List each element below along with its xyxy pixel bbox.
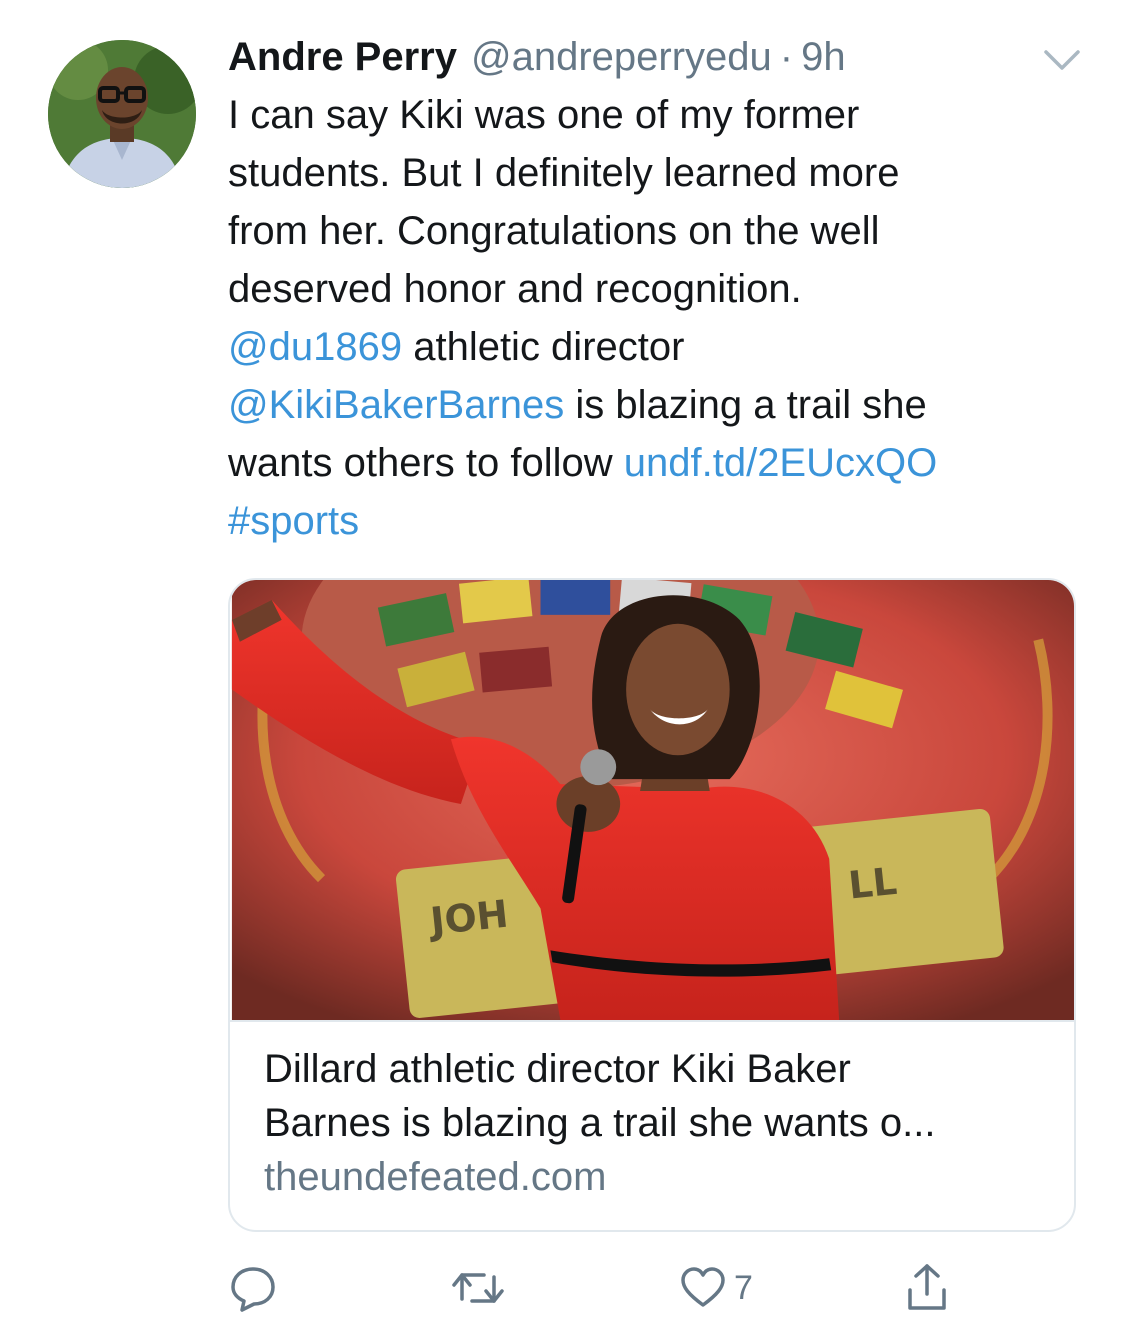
retweet-button[interactable] <box>450 1258 506 1318</box>
tweet-text: I can say Kiki was one of my former stud… <box>228 86 1088 550</box>
card-image-text-left: JOH <box>425 892 510 944</box>
card-image: JOH LL <box>230 580 1074 1022</box>
reply-button[interactable] <box>228 1258 278 1318</box>
url-link[interactable]: undf.td/2EUcxQO <box>624 441 937 485</box>
card-title: Dillard athletic director Kiki Baker Bar… <box>264 1042 1040 1150</box>
link-preview-card[interactable]: JOH LL Dillard athletic director Kiki Ba… <box>228 578 1076 1232</box>
tweet-text-fragment: is blazing a trail she <box>564 383 927 427</box>
mention-link-kikibakerbarnes[interactable]: @KikiBakerBarnes <box>228 383 564 427</box>
tweet-text-line: deserved honor and recognition. <box>228 267 802 311</box>
tweet-text-line: @du1869 athletic director <box>228 318 1088 376</box>
tweet[interactable]: Andre Perry @andreperryedu · 9h I can sa… <box>0 0 1125 1331</box>
retweet-icon <box>452 1273 504 1303</box>
author-avatar[interactable] <box>48 40 196 188</box>
chevron-down-icon <box>1044 50 1080 70</box>
tweet-text-line: @KikiBakerBarnes is blazing a trail she <box>228 376 1088 434</box>
tweet-text-line: #sports <box>228 492 1088 550</box>
tweet-text-line: from her. Congratulations on the well <box>228 209 880 253</box>
share-icon <box>908 1264 946 1310</box>
heart-icon <box>681 1267 725 1307</box>
like-button[interactable]: 7 <box>680 1258 753 1318</box>
tweet-menu-button[interactable] <box>1040 44 1084 74</box>
card-title-line: Barnes is blazing a trail she wants o... <box>264 1101 936 1145</box>
tweet-timestamp[interactable]: 9h <box>801 28 846 86</box>
tweet-text-fragment: athletic director <box>402 325 685 369</box>
card-domain: theundefeated.com <box>264 1155 607 1199</box>
author-name[interactable]: Andre Perry <box>228 28 457 86</box>
tweet-text-fragment: wants others to follow <box>228 441 624 485</box>
author-handle[interactable]: @andreperryedu <box>471 28 772 86</box>
tweet-header: Andre Perry @andreperryedu · 9h <box>228 28 1088 86</box>
like-count: 7 <box>734 1268 753 1307</box>
share-button[interactable] <box>904 1258 950 1318</box>
reply-icon <box>231 1267 275 1312</box>
tweet-actions: 7 <box>228 1258 1088 1318</box>
tweet-text-line: students. But I definitely learned more <box>228 151 900 195</box>
header-separator: · <box>779 35 794 79</box>
avatar-photo <box>48 40 196 188</box>
card-image-text-right: LL <box>846 859 899 908</box>
hashtag-link[interactable]: #sports <box>228 499 359 543</box>
tweet-text-line: I can say Kiki was one of my former <box>228 93 860 137</box>
mention-link-du1869[interactable]: @du1869 <box>228 325 402 369</box>
tweet-text-line: wants others to follow undf.td/2EUcxQO <box>228 434 1088 492</box>
card-text: Dillard athletic director Kiki Baker Bar… <box>230 1022 1074 1204</box>
card-title-line: Dillard athletic director Kiki Baker <box>264 1047 851 1091</box>
